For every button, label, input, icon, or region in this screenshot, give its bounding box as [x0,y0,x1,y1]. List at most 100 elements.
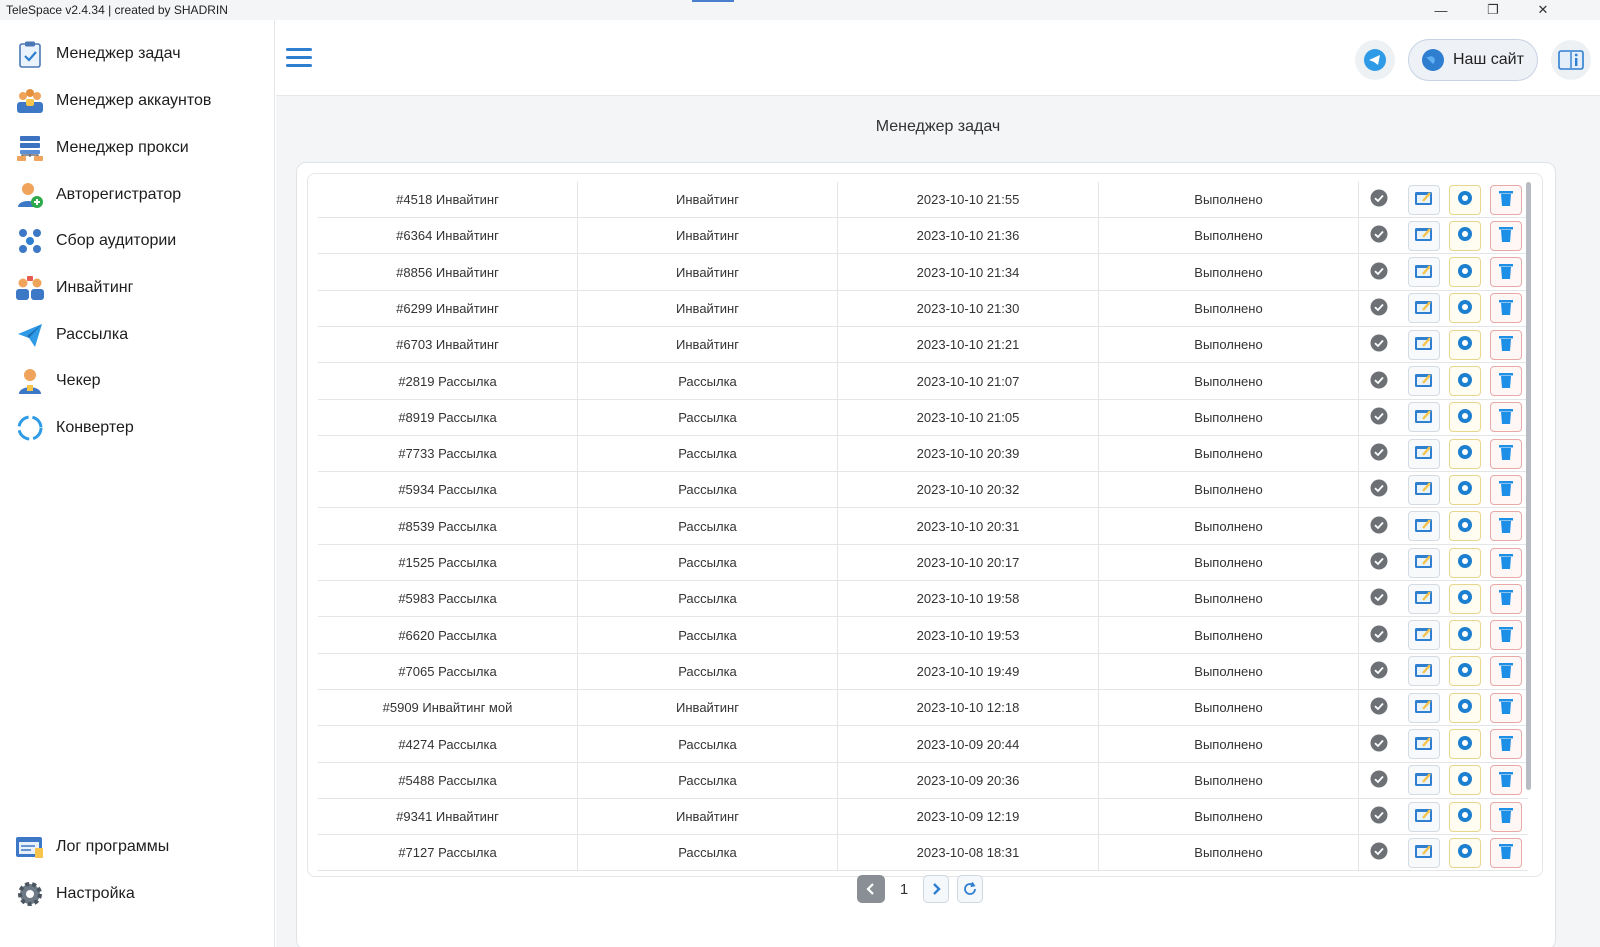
delete-task-button[interactable] [1490,438,1522,469]
delete-task-button[interactable] [1490,402,1522,433]
sidebar-item-inviting[interactable]: Инвайтинг [14,270,133,306]
table-row: #8539 Рассылка Рассылка 2023-10-10 20:31 Вы… [318,508,1528,545]
view-task-button[interactable] [1449,765,1481,796]
edit-task-button[interactable] [1408,656,1440,687]
edit-task-button[interactable] [1408,511,1440,542]
edit-task-button[interactable] [1408,402,1440,433]
sidebar-item-converter[interactable]: Конвертер [14,410,134,446]
previous-page-button[interactable] [857,875,885,903]
sidebar-item-program-log[interactable]: Лог программы [14,829,169,865]
our-site-button[interactable]: Наш сайт [1408,39,1538,81]
edit-task-button[interactable] [1408,329,1440,360]
task-type: Рассылка [578,726,838,762]
view-task-button[interactable] [1449,837,1481,868]
delete-task-button[interactable] [1490,257,1522,288]
minimize-button[interactable]: — [1418,0,1464,20]
sidebar-item-task-manager[interactable]: Менеджер задач [14,36,181,72]
edit-task-button[interactable] [1408,765,1440,796]
delete-task-button[interactable] [1490,837,1522,868]
view-task-button[interactable] [1449,511,1481,542]
user-add-icon [14,179,46,211]
view-task-button[interactable] [1449,583,1481,614]
delete-task-button[interactable] [1490,583,1522,614]
view-task-button[interactable] [1449,692,1481,723]
edit-task-button[interactable] [1408,837,1440,868]
globe-icon [1422,49,1444,71]
close-button[interactable]: ✕ [1520,0,1566,20]
delete-task-button[interactable] [1490,801,1522,832]
view-task-button[interactable] [1449,402,1481,433]
status-check-cell [1359,327,1399,363]
delete-task-button[interactable] [1490,547,1522,578]
sidebar-item-proxy-manager[interactable]: Менеджер прокси [14,130,189,166]
next-page-button[interactable] [923,875,949,903]
task-date: 2023-10-10 19:49 [838,653,1099,690]
edit-task-button[interactable] [1408,729,1440,759]
view-task-button[interactable] [1449,547,1481,578]
task-status: Выполнено [1099,363,1359,399]
delete-task-button[interactable] [1490,511,1522,542]
menu-toggle-button[interactable] [286,48,312,70]
edit-task-button[interactable] [1408,293,1440,324]
status-check-cell [1359,653,1399,689]
view-task-button[interactable] [1449,366,1481,396]
info-button[interactable] [1551,40,1591,80]
audience-icon [14,225,46,257]
sidebar-item-label: Настройка [56,885,135,902]
view-task-button[interactable] [1449,729,1481,759]
edit-task-button[interactable] [1408,257,1440,288]
eye-icon [1456,734,1474,755]
view-task-button[interactable] [1449,220,1481,251]
table-row: #4274 Рассылка Рассылка 2023-10-09 20:44 Вы… [318,726,1528,763]
trash-icon [1498,407,1514,428]
edit-task-button[interactable] [1408,692,1440,723]
delete-task-button[interactable] [1490,656,1522,687]
trash-icon [1498,298,1514,319]
delete-task-button[interactable] [1490,184,1522,215]
view-task-button[interactable] [1449,620,1481,651]
task-type: Рассылка [578,834,838,871]
delete-task-button[interactable] [1490,692,1522,723]
table-scrollbar[interactable] [1526,182,1531,790]
sidebar-item-account-manager[interactable]: Менеджер аккаунтов [14,83,211,119]
edit-task-button[interactable] [1408,547,1440,578]
telegram-button[interactable] [1355,40,1395,80]
task-type: Инвайтинг [578,217,838,254]
delete-task-button[interactable] [1490,729,1522,759]
status-check-cell [1359,254,1399,290]
delete-task-button[interactable] [1490,366,1522,396]
edit-task-button[interactable] [1408,583,1440,614]
view-task-button[interactable] [1449,257,1481,288]
sidebar-item-autoregistrator[interactable]: Авторегистратор [14,177,181,213]
restore-button[interactable]: ❐ [1470,0,1516,20]
status-check-cell [1359,690,1399,726]
sidebar-item-checker[interactable]: Чекер [14,363,101,399]
view-task-button[interactable] [1449,329,1481,360]
check-circle-icon [1370,552,1388,573]
view-task-button[interactable] [1449,656,1481,687]
task-status: Выполнено [1099,653,1359,690]
edit-task-button[interactable] [1408,474,1440,505]
edit-task-button[interactable] [1408,366,1440,396]
delete-task-button[interactable] [1490,474,1522,505]
delete-task-button[interactable] [1490,293,1522,324]
sidebar-item-mailing[interactable]: Рассылка [14,317,128,353]
view-task-button[interactable] [1449,801,1481,832]
edit-task-button[interactable] [1408,620,1440,651]
refresh-button[interactable] [957,875,983,903]
delete-task-button[interactable] [1490,329,1522,360]
edit-task-button[interactable] [1408,184,1440,215]
delete-task-button[interactable] [1490,220,1522,251]
sidebar-item-settings[interactable]: Настройка [14,876,135,912]
view-task-button[interactable] [1449,293,1481,324]
delete-task-button[interactable] [1490,620,1522,651]
view-task-button[interactable] [1449,184,1481,215]
edit-task-button[interactable] [1408,801,1440,832]
sidebar-item-audience-collection[interactable]: Сбор аудитории [14,223,176,259]
edit-task-button[interactable] [1408,438,1440,469]
delete-task-button[interactable] [1490,765,1522,796]
view-task-button[interactable] [1449,438,1481,469]
view-task-button[interactable] [1449,474,1481,505]
edit-task-button[interactable] [1408,220,1440,251]
status-check-cell [1359,436,1399,472]
